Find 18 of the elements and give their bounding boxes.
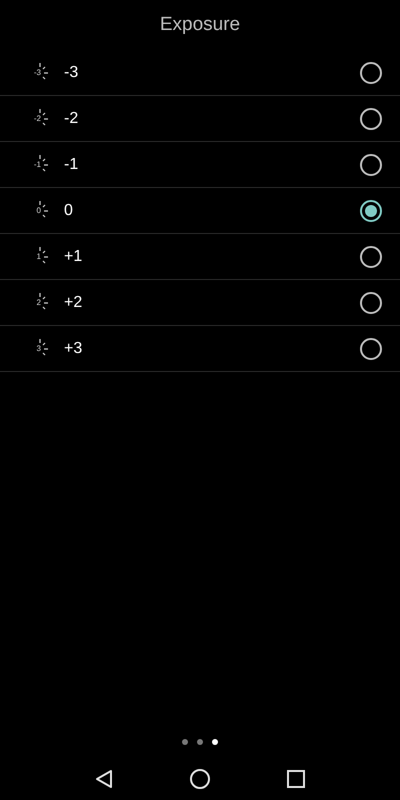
dialog-title: Exposure	[158, 13, 242, 37]
option-label: +3	[64, 338, 84, 358]
option-label: -1	[64, 154, 80, 174]
option-label: -3	[64, 62, 80, 82]
radio-button[interactable]	[360, 338, 382, 360]
radio-button[interactable]	[360, 246, 382, 268]
option-label: -2	[64, 108, 80, 128]
home-icon[interactable]	[190, 768, 210, 788]
radio-button[interactable]	[360, 108, 382, 130]
radio-button[interactable]	[360, 62, 382, 84]
option-label: 0	[64, 200, 74, 220]
option-label: +2	[64, 292, 84, 312]
recents-icon[interactable]	[287, 770, 306, 788]
radio-button[interactable]	[360, 154, 382, 176]
radio-button[interactable]	[360, 292, 382, 314]
radio-button[interactable]	[360, 200, 382, 222]
option-label: +1	[64, 246, 84, 266]
back-icon[interactable]	[94, 768, 113, 788]
